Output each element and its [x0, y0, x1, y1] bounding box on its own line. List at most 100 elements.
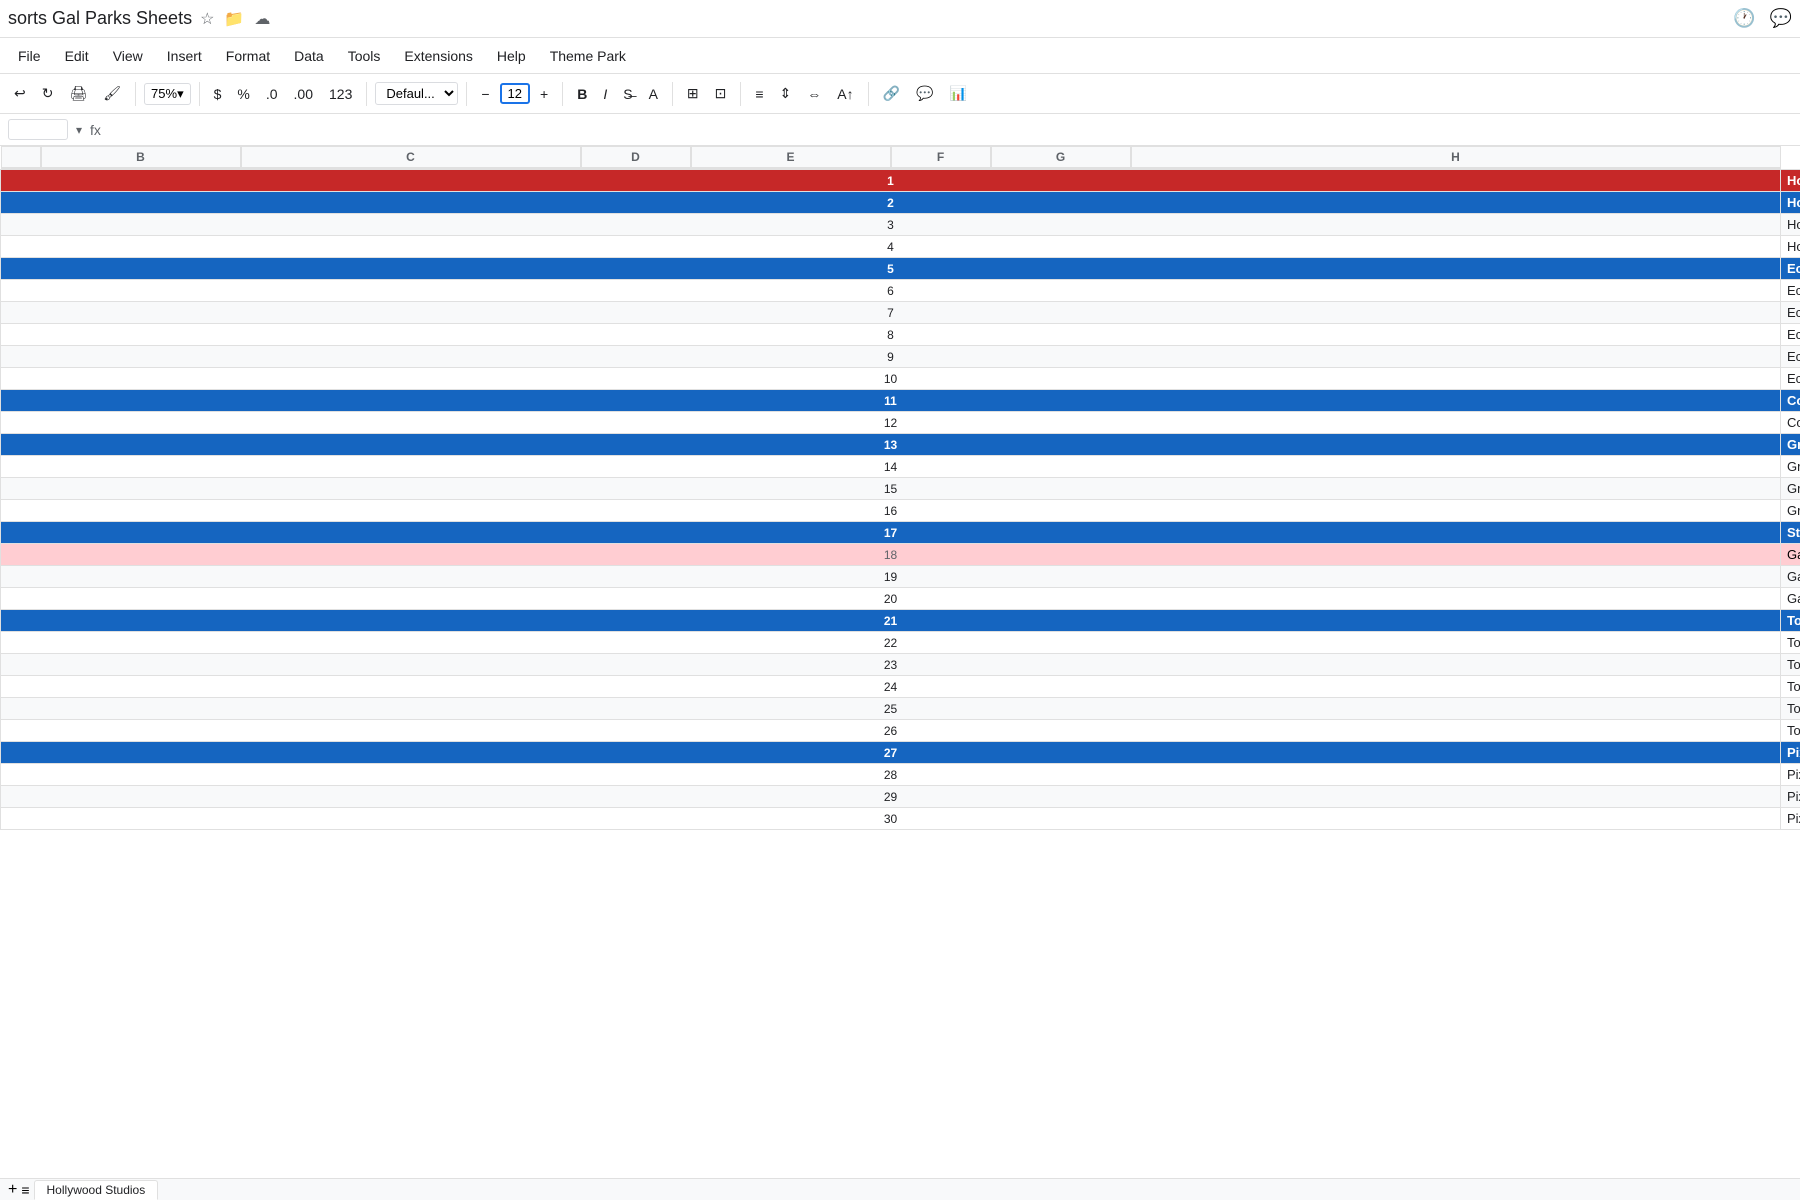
menu-extensions[interactable]: Extensions: [394, 44, 482, 68]
col-header-c[interactable]: C: [241, 146, 581, 168]
cell-b28[interactable]: Pixar Plaza: [1781, 764, 1800, 786]
row-num-25: 25: [1, 698, 1781, 720]
menu-edit[interactable]: Edit: [55, 44, 99, 68]
menu-data[interactable]: Data: [284, 44, 334, 68]
cell-b29[interactable]: Pixar Plaza: [1781, 786, 1800, 808]
row-num-21: 21: [1, 610, 1781, 632]
sheet-container: B C D E F G H 1 Hollywood Studios Attrac…: [0, 146, 1800, 1178]
section-header-row: 2Hollywood Boulevard: [1, 192, 1800, 214]
currency-button[interactable]: $: [208, 83, 228, 105]
menu-help[interactable]: Help: [487, 44, 536, 68]
star-icon[interactable]: ☆: [200, 9, 214, 29]
menu-tools[interactable]: Tools: [338, 44, 391, 68]
italic-button[interactable]: I: [597, 83, 613, 105]
cell-b4[interactable]: Hollywood Boulevard: [1781, 236, 1800, 258]
cell-b9[interactable]: Echo Lake: [1781, 346, 1800, 368]
cell-reference-input[interactable]: [8, 119, 68, 140]
cell-b20[interactable]: Galaxy's Edge: [1781, 588, 1800, 610]
cell-b14[interactable]: Grand Avenue: [1781, 456, 1800, 478]
cell-b23[interactable]: Toy Story Land: [1781, 654, 1800, 676]
sheet-tab-hollywood[interactable]: Hollywood Studios: [34, 1180, 159, 1200]
table-row: 23Toy Story LandSlinky Dog Dash38"yes, T…: [1, 654, 1800, 676]
menu-view[interactable]: View: [103, 44, 153, 68]
row-num-20: 20: [1, 588, 1781, 610]
col-header-b[interactable]: B: [41, 146, 241, 168]
zoom-selector[interactable]: 75% ▾: [144, 83, 191, 105]
col-header-h[interactable]: H: [1131, 146, 1781, 168]
cell-b22[interactable]: Toy Story Land: [1781, 632, 1800, 654]
sheet-menu-button[interactable]: ≡: [21, 1182, 29, 1198]
cell-b19[interactable]: Galaxy's Edge: [1781, 566, 1800, 588]
print-button[interactable]: 🖨: [63, 82, 93, 105]
valign-button[interactable]: ⇕: [774, 82, 798, 105]
header-cell-b[interactable]: Hollywood Studios: [1781, 170, 1800, 192]
col-header-d[interactable]: D: [581, 146, 691, 168]
cell-b12[interactable]: Commissary Lane: [1781, 412, 1800, 434]
redo-button[interactable]: ↻: [36, 82, 60, 105]
wrap-button[interactable]: ⇔: [801, 83, 827, 105]
row-num-30: 30: [1, 808, 1781, 830]
borders-button[interactable]: ⊞: [681, 82, 705, 105]
strikethrough-button[interactable]: S̶: [617, 83, 638, 105]
text-color-button[interactable]: A: [643, 83, 664, 105]
col-header-f[interactable]: F: [891, 146, 991, 168]
menu-format[interactable]: Format: [216, 44, 280, 68]
formula-expand-icon[interactable]: ▾: [76, 123, 82, 137]
cell-b16[interactable]: Grand Avenue: [1781, 500, 1800, 522]
merge-button[interactable]: ⊡: [709, 82, 733, 105]
cell-b15[interactable]: Grand Avenue: [1781, 478, 1800, 500]
row-num-26: 26: [1, 720, 1781, 742]
formula-input[interactable]: [109, 122, 1792, 137]
cell-b5[interactable]: Echo Lake: [1781, 258, 1800, 280]
percent-button[interactable]: %: [231, 83, 255, 105]
align-button[interactable]: ≡: [749, 83, 769, 105]
col-header-g[interactable]: G: [991, 146, 1131, 168]
cell-b10[interactable]: Echo Lake: [1781, 368, 1800, 390]
cell-b21[interactable]: Toy Story Land: [1781, 610, 1800, 632]
cell-b3[interactable]: Hollywood Boulevard: [1781, 214, 1800, 236]
font-size-decrease-button[interactable]: −: [475, 83, 495, 105]
font-family-select[interactable]: Defaul...: [375, 82, 458, 105]
history-icon[interactable]: 🕐: [1733, 8, 1755, 29]
menu-insert[interactable]: Insert: [157, 44, 212, 68]
cloud-icon[interactable]: ☁: [254, 9, 270, 29]
cell-b8[interactable]: Echo Lake: [1781, 324, 1800, 346]
menu-theme-park[interactable]: Theme Park: [540, 44, 636, 68]
table-row: 15Grand AvenueMeet Goofy and Maxnanonono…: [1, 478, 1800, 500]
table-row: 18Galaxy's EdgeStar Wars: Rise of the Re…: [1, 544, 1800, 566]
table-row: 16Grand AvenueMeet Donald and Daisy Duck…: [1, 500, 1800, 522]
cell-b7[interactable]: Echo Lake: [1781, 302, 1800, 324]
undo-button[interactable]: ↩: [8, 82, 32, 105]
row-num-9: 9: [1, 346, 1781, 368]
add-sheet-button[interactable]: +: [8, 1181, 17, 1199]
bold-button[interactable]: B: [571, 83, 593, 105]
decimal-less-button[interactable]: .0: [260, 83, 284, 105]
chart-button[interactable]: 📊: [944, 82, 973, 105]
col-header-e[interactable]: E: [691, 146, 891, 168]
cell-b6[interactable]: Echo Lake: [1781, 280, 1800, 302]
text-rotate-button[interactable]: A↑: [831, 83, 859, 105]
link-button[interactable]: 🔗: [877, 82, 906, 105]
cell-b13[interactable]: Grand Avenue: [1781, 434, 1800, 456]
comment-add-button[interactable]: 💬: [910, 82, 939, 105]
cell-b18[interactable]: Galaxy's Edge: [1781, 544, 1800, 566]
cell-b2[interactable]: Hollywood Boulevard: [1781, 192, 1800, 214]
paint-format-button[interactable]: 🖌: [97, 82, 127, 105]
cell-b11[interactable]: Commissary Lane: [1781, 390, 1800, 412]
document-title: sorts Gal Parks Sheets: [8, 8, 192, 29]
format-123-button[interactable]: 123: [323, 83, 358, 105]
decimal-more-button[interactable]: .00: [288, 83, 319, 105]
cell-b24[interactable]: Toy Story Land: [1781, 676, 1800, 698]
folder-icon[interactable]: 📁: [224, 9, 244, 29]
table-row: 7Echo LakeStar Tours--The Adventure Cont…: [1, 302, 1800, 324]
font-size-increase-button[interactable]: +: [534, 83, 554, 105]
font-size-box[interactable]: 12: [500, 83, 530, 104]
row-num-23: 23: [1, 654, 1781, 676]
cell-b30[interactable]: Pixar Plaza: [1781, 808, 1800, 830]
comment-icon[interactable]: 💬: [1770, 8, 1792, 29]
cell-b27[interactable]: Pixar Plaza: [1781, 742, 1800, 764]
cell-b26[interactable]: Toy Story Land: [1781, 720, 1800, 742]
cell-b25[interactable]: Toy Story Land: [1781, 698, 1800, 720]
cell-b17[interactable]: Star Wars: Galaxy's Edge: [1781, 522, 1800, 544]
menu-file[interactable]: File: [8, 44, 51, 68]
